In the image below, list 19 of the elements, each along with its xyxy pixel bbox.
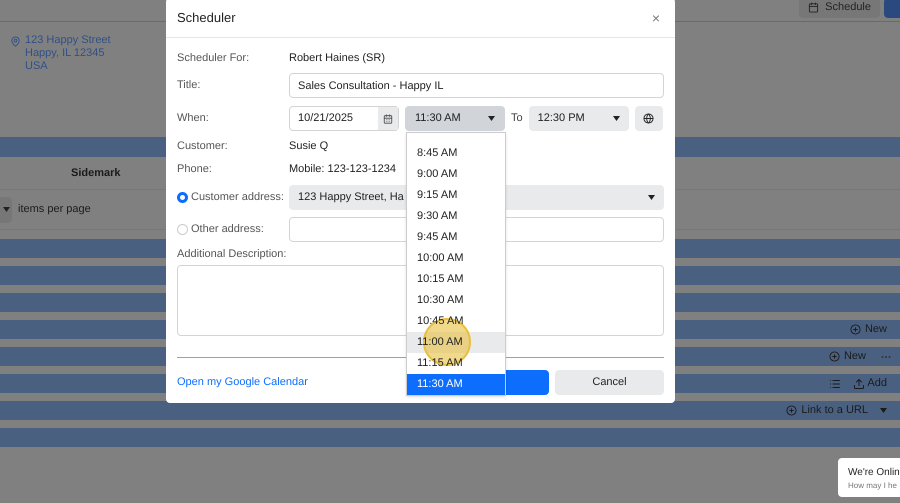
date-value: 10/21/2025 [297,111,354,126]
field-label: When: [177,111,210,126]
field-label: Title: [177,78,202,94]
address-line: USA [25,60,49,73]
field-label: Phone: [177,162,213,177]
field-value: Robert Haines (SR) [289,50,385,66]
field-label: Customer: [177,138,229,154]
column-header: Sidemark [71,166,121,181]
field-label: Scheduler For: [177,50,250,66]
pager-label: items per page [18,202,91,218]
address-line: 123 Happy Street [25,34,111,47]
chat-subtitle: How may I he [848,480,898,492]
dialog-title: Scheduler [177,8,236,27]
chat-title: We're Onlin [848,466,900,480]
field-label: Additional Description: [177,247,286,262]
address-line: Happy, IL 12345 [25,47,106,60]
field-value: Susie Q [289,138,328,154]
to-label: To [511,111,523,126]
field-value: Mobile: 123-123-1234 [289,162,396,177]
